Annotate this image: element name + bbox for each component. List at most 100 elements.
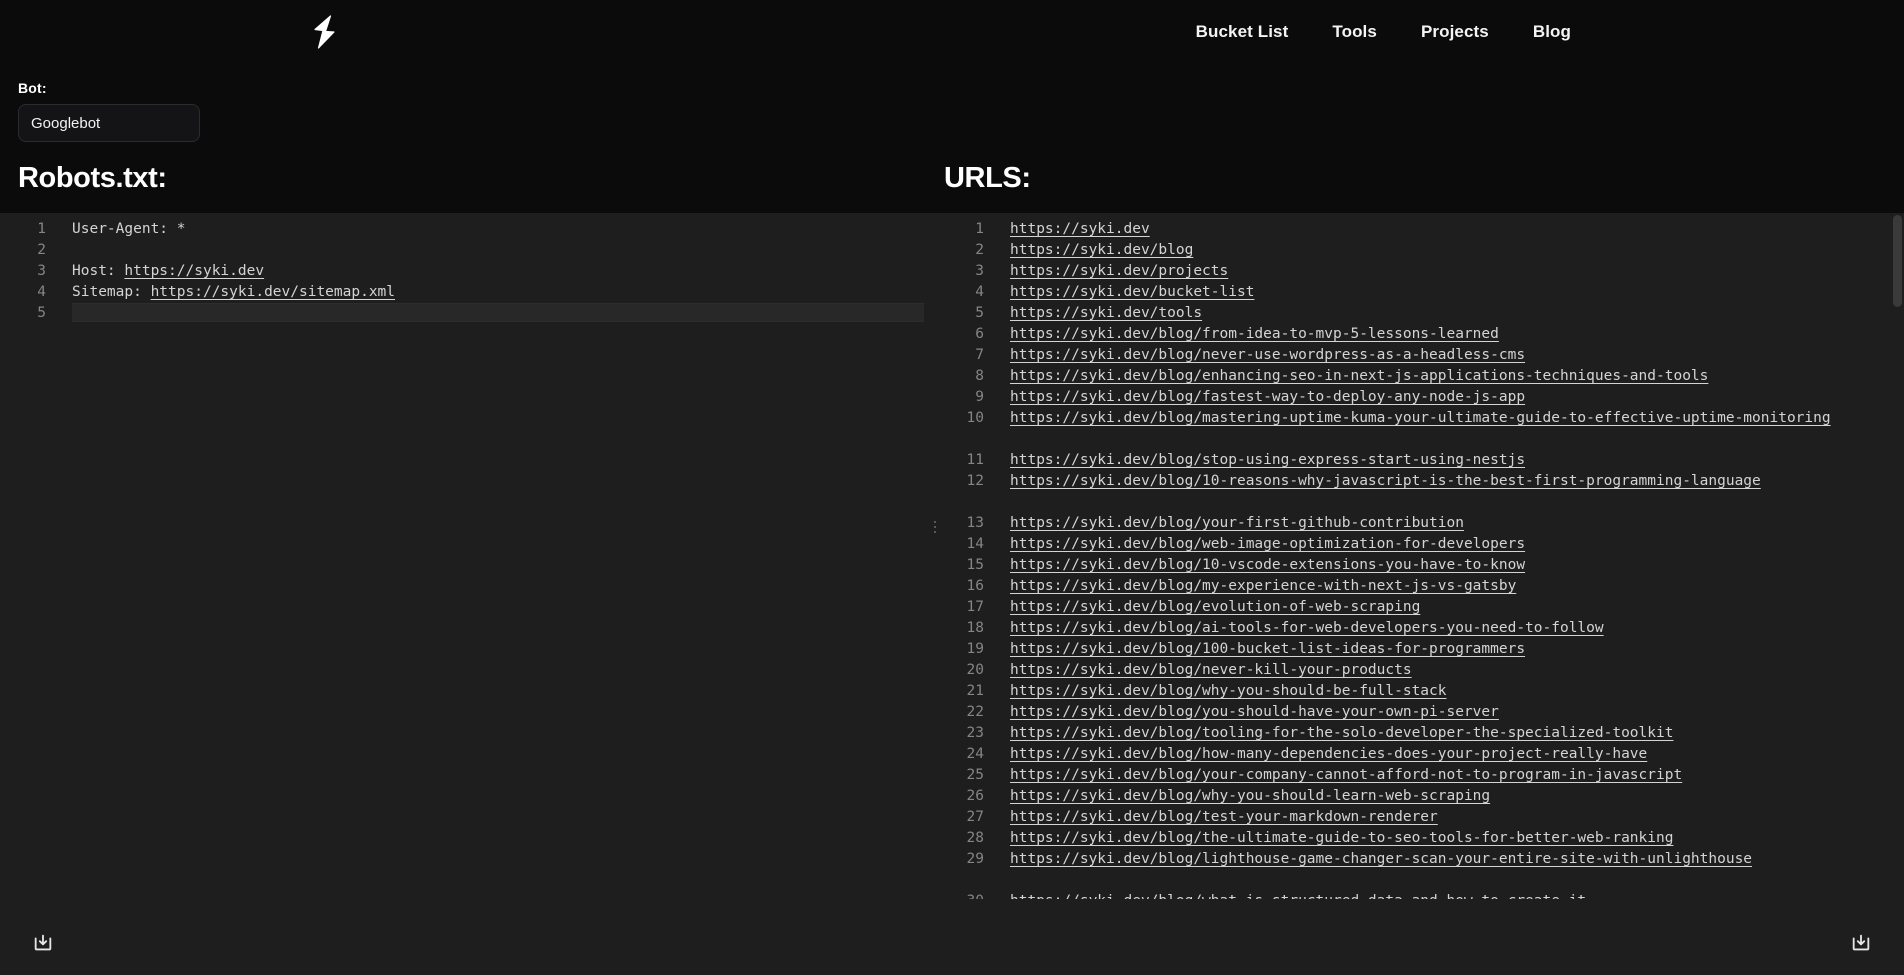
code-line[interactable]: https://syki.dev/blog/lighthouse-game-ch… <box>1010 849 1904 891</box>
code-line[interactable]: https://syki.dev/blog/what-is-structured… <box>1010 891 1904 899</box>
download-robots-button[interactable] <box>28 929 58 959</box>
download-icon <box>32 932 54 957</box>
bot-control-group: Bot: Googlebot <box>0 64 1904 142</box>
url-link[interactable]: https://syki.dev/blog/my-experience-with… <box>1010 578 1516 594</box>
line-number: 5 <box>975 305 984 321</box>
code-line[interactable]: https://syki.dev/blog/my-experience-with… <box>1010 576 1904 597</box>
line-number: 1 <box>37 221 46 237</box>
code-line[interactable]: https://syki.dev/blog/never-use-wordpres… <box>1010 345 1904 366</box>
url-link[interactable]: https://syki.dev/blog/tooling-for-the-so… <box>1010 725 1673 741</box>
url-link[interactable]: https://syki.dev/blog/lighthouse-game-ch… <box>1010 851 1752 867</box>
code-line[interactable]: https://syki.dev/bucket-list <box>1010 282 1904 303</box>
url-link[interactable]: https://syki.dev/blog <box>1010 242 1193 258</box>
code-line[interactable]: https://syki.dev/blog/never-kill-your-pr… <box>1010 660 1904 681</box>
url-link[interactable]: https://syki.dev/blog/from-idea-to-mvp-5… <box>1010 326 1499 342</box>
code-line[interactable]: https://syki.dev/blog/10-vscode-extensio… <box>1010 555 1904 576</box>
editor-panes: Robots.txt: 12345 User-Agent: * Host: ht… <box>0 156 1904 899</box>
code-line[interactable]: https://syki.dev/blog/100-bucket-list-id… <box>1010 639 1904 660</box>
code-line[interactable]: https://syki.dev/blog/test-your-markdown… <box>1010 807 1904 828</box>
bot-select[interactable]: Googlebot <box>18 104 200 142</box>
line-number: 6 <box>975 326 984 342</box>
urls-editor-scrollbar[interactable] <box>1890 213 1904 899</box>
line-number: 26 <box>966 788 984 804</box>
url-link[interactable]: https://syki.dev/blog/never-kill-your-pr… <box>1010 662 1412 678</box>
url-link[interactable]: https://syki.dev/tools <box>1010 305 1202 321</box>
download-urls-button[interactable] <box>1846 929 1876 959</box>
urls-editor[interactable]: 1 2 3 4 5 6 7 8 9 10 11 12 13 14 15 16 17 18 19 20 21 22 23 24 2… <box>938 213 1904 899</box>
code-line[interactable]: https://syki.dev/blog/why-you-should-be-… <box>1010 681 1904 702</box>
code-line[interactable]: https://syki.dev/blog/the-ultimate-guide… <box>1010 828 1904 849</box>
nav-link-tools[interactable]: Tools <box>1332 22 1377 42</box>
url-link[interactable]: https://syki.dev/blog/10-vscode-extensio… <box>1010 557 1525 573</box>
code-line[interactable]: https://syki.dev/blog/you-should-have-yo… <box>1010 702 1904 723</box>
code-line[interactable]: https://syki.dev/blog/tooling-for-the-so… <box>1010 723 1904 744</box>
code-line[interactable]: https://syki.dev/blog/your-company-canno… <box>1010 765 1904 786</box>
urls-line-numbers: 1 2 3 4 5 6 7 8 9 10 11 12 13 14 15 16 17 18 19 20 21 22 23 24 2… <box>938 219 984 899</box>
url-link[interactable]: https://syki.dev/blog/stop-using-express… <box>1010 452 1525 468</box>
url-link[interactable]: https://syki.dev/blog/why-you-should-lea… <box>1010 788 1490 804</box>
url-link[interactable]: https://syki.dev/blog/your-company-canno… <box>1010 767 1682 783</box>
url-link[interactable]: https://syki.dev/sitemap.xml <box>151 284 395 300</box>
nav-link-blog[interactable]: Blog <box>1533 22 1571 42</box>
code-line[interactable]: https://syki.dev/blog/how-many-dependenc… <box>1010 744 1904 765</box>
code-line[interactable]: https://syki.dev/blog <box>1010 240 1904 261</box>
code-line[interactable]: https://syki.dev/blog/mastering-uptime-k… <box>1010 408 1904 450</box>
url-link[interactable]: https://syki.dev/blog/fastest-way-to-dep… <box>1010 389 1525 405</box>
nav-link-projects[interactable]: Projects <box>1421 22 1489 42</box>
url-link[interactable]: https://syki.dev <box>1010 221 1150 237</box>
url-link[interactable]: https://syki.dev/blog/10-reasons-why-jav… <box>1010 473 1761 489</box>
robots-editor[interactable]: 1 2 3 4 5 User-Agent: * Host: https://syki.d… <box>0 213 938 899</box>
code-line[interactable]: https://syki.dev/blog/your-first-github-… <box>1010 513 1904 534</box>
robots-code[interactable]: User-Agent: * Host: https://syki.dev Site… <box>46 219 938 899</box>
url-link[interactable]: https://syki.dev/blog/why-you-should-be-… <box>1010 683 1447 699</box>
code-line[interactable]: Sitemap: https://syki.dev/sitemap.xml <box>72 282 938 303</box>
line-number: 28 <box>966 830 984 846</box>
url-link[interactable]: https://syki.dev/blog/enhancing-seo-in-n… <box>1010 368 1708 384</box>
line-number: 3 <box>37 263 46 279</box>
code-line[interactable]: https://syki.dev/tools <box>1010 303 1904 324</box>
url-link[interactable]: https://syki.dev/blog/100-bucket-list-id… <box>1010 641 1525 657</box>
url-link[interactable]: https://syki.dev/blog/your-first-github-… <box>1010 515 1464 531</box>
line-number: 22 <box>966 704 984 720</box>
url-link[interactable]: https://syki.dev/projects <box>1010 263 1228 279</box>
url-link[interactable]: https://syki.dev/blog/what-is-structured… <box>1010 893 1586 899</box>
urls-scroll-thumb[interactable] <box>1893 215 1902 307</box>
code-line[interactable]: https://syki.dev/blog/10-reasons-why-jav… <box>1010 471 1904 513</box>
code-line[interactable]: https://syki.dev/blog/stop-using-express… <box>1010 450 1904 471</box>
url-link[interactable]: https://syki.dev/blog/web-image-optimiza… <box>1010 536 1525 552</box>
code-line[interactable]: https://syki.dev/blog/enhancing-seo-in-n… <box>1010 366 1904 387</box>
urls-code[interactable]: https://syki.dev https://syki.dev/blog htt… <box>984 219 1904 899</box>
url-link[interactable]: https://syki.dev/blog/mastering-uptime-k… <box>1010 410 1831 426</box>
code-line[interactable]: https://syki.dev/blog/why-you-should-lea… <box>1010 786 1904 807</box>
line-number: 5 <box>37 305 46 321</box>
site-header: Bucket List Tools Projects Blog <box>0 0 1904 64</box>
code-line[interactable]: https://syki.dev/blog/evolution-of-web-s… <box>1010 597 1904 618</box>
code-line[interactable] <box>72 240 938 261</box>
code-line[interactable]: https://syki.dev/blog/ai-tools-for-web-d… <box>1010 618 1904 639</box>
url-link[interactable]: https://syki.dev/bucket-list <box>1010 284 1254 300</box>
robots-title: Robots.txt: <box>0 156 938 213</box>
code-line[interactable]: User-Agent: * <box>72 219 938 240</box>
download-icon <box>1850 932 1872 957</box>
url-link[interactable]: https://syki.dev/blog/ai-tools-for-web-d… <box>1010 620 1604 636</box>
url-link[interactable]: https://syki.dev/blog/evolution-of-web-s… <box>1010 599 1420 615</box>
code-line[interactable]: Host: https://syki.dev <box>72 261 938 282</box>
line-number: 1 <box>975 221 984 237</box>
url-link[interactable]: https://syki.dev/blog/the-ultimate-guide… <box>1010 830 1673 846</box>
url-link[interactable]: https://syki.dev/blog/never-use-wordpres… <box>1010 347 1525 363</box>
url-link[interactable]: https://syki.dev/blog/how-many-dependenc… <box>1010 746 1647 762</box>
code-line[interactable]: https://syki.dev/blog/from-idea-to-mvp-5… <box>1010 324 1904 345</box>
code-line[interactable]: https://syki.dev/blog/web-image-optimiza… <box>1010 534 1904 555</box>
url-link[interactable]: https://syki.dev/blog/test-your-markdown… <box>1010 809 1438 825</box>
line-number: 23 <box>966 725 984 741</box>
url-link[interactable]: https://syki.dev <box>124 263 264 279</box>
lightning-bolt-logo[interactable] <box>308 12 342 52</box>
code-text: User-Agent: * <box>72 221 186 237</box>
line-number: 13 <box>966 515 984 531</box>
code-line[interactable]: https://syki.dev/projects <box>1010 261 1904 282</box>
nav-link-bucket-list[interactable]: Bucket List <box>1196 22 1289 42</box>
code-line[interactable]: https://syki.dev <box>1010 219 1904 240</box>
url-link[interactable]: https://syki.dev/blog/you-should-have-yo… <box>1010 704 1499 720</box>
code-line[interactable]: https://syki.dev/blog/fastest-way-to-dep… <box>1010 387 1904 408</box>
download-bar <box>0 899 1904 975</box>
